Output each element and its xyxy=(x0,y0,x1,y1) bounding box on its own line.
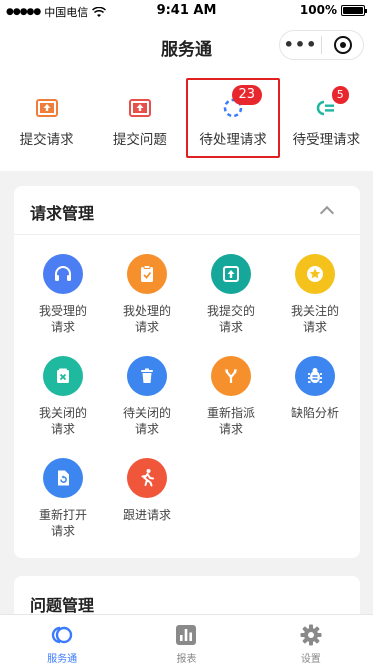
headset-icon xyxy=(43,254,83,294)
battery-percent: 100% xyxy=(299,3,337,17)
grid-item-label: 我关注的 请求 xyxy=(290,304,339,334)
clipboard-check-icon xyxy=(127,254,167,294)
grid-item-label: 重新指派 请求 xyxy=(206,406,255,436)
pending-requests-badge: 23 xyxy=(231,85,263,105)
chevron-up-icon[interactable] xyxy=(319,205,335,221)
unaccepted-requests-badge: 5 xyxy=(331,86,349,104)
quick-action-submit-problem[interactable]: 提交问题 xyxy=(93,68,186,171)
card-header[interactable]: 请求管理 xyxy=(14,186,360,235)
capsule-close-button[interactable] xyxy=(322,36,363,54)
grid-item-reassign[interactable]: 重新指派 请求 xyxy=(188,356,274,437)
quick-action-label: 待处理请求 xyxy=(199,132,267,148)
close-doc-icon xyxy=(43,356,83,396)
grid-item-label: 跟进请求 xyxy=(122,508,171,522)
quick-action-submit-request[interactable]: 提交请求 xyxy=(0,68,93,171)
tab-settings[interactable]: 设置 xyxy=(249,615,373,666)
tab-label: 服务通 xyxy=(47,654,78,665)
request-management-card: 请求管理 我受理的 请求 我处理的 请求 我提交的 请求 我关注的 请求 我关闭… xyxy=(14,186,360,558)
target-close-icon xyxy=(333,36,352,54)
service-logo-icon xyxy=(51,626,73,644)
upload-tray-icon xyxy=(128,99,151,117)
upload-tray-icon xyxy=(35,99,58,117)
mini-program-capsule: ••• xyxy=(279,30,364,60)
star-icon xyxy=(295,254,335,294)
grid-item-label: 重新打开 请求 xyxy=(38,508,87,538)
gear-icon xyxy=(300,624,322,646)
quick-action-pending-requests[interactable]: 23 待处理请求 xyxy=(187,68,280,171)
grid-item-my-accepted[interactable]: 我受理的 请求 xyxy=(20,254,106,335)
tab-label: 报表 xyxy=(176,654,197,665)
status-right: 100% xyxy=(299,3,367,17)
bar-chart-icon xyxy=(176,625,197,645)
grid-item-follow-up[interactable]: 跟进请求 xyxy=(104,458,190,523)
grid-item-label: 我关闭的 请求 xyxy=(38,406,87,436)
grid-item-my-handled[interactable]: 我处理的 请求 xyxy=(104,254,190,335)
tab-service[interactable]: 服务通 xyxy=(0,615,124,666)
quick-actions-bar: 提交请求 提交问题 23 待处理请求 5 待受理请求 xyxy=(0,68,373,171)
bottom-tab-bar: 服务通 报表 设置 xyxy=(0,614,373,666)
grid-item-label: 我受理的 请求 xyxy=(38,304,87,334)
grid-item-my-submitted[interactable]: 我提交的 请求 xyxy=(188,254,274,335)
quick-action-label: 提交问题 xyxy=(112,132,167,148)
reopen-file-icon xyxy=(43,458,83,498)
grid-item-pending-close[interactable]: 待关闭的 请求 xyxy=(104,356,190,437)
grid-item-my-closed[interactable]: 我关闭的 请求 xyxy=(20,356,106,437)
tab-label: 设置 xyxy=(300,654,321,665)
grid-item-label: 待关闭的 请求 xyxy=(122,406,171,436)
nav-bar: 服务通 ••• xyxy=(0,22,373,68)
grid-item-label: 缺陷分析 xyxy=(290,406,339,420)
quick-action-unaccepted-requests[interactable]: 5 待受理请求 xyxy=(280,68,373,171)
grid-item-my-followed[interactable]: 我关注的 请求 xyxy=(272,254,358,335)
quick-action-label: 待受理请求 xyxy=(292,132,361,148)
status-bar: ●●●●● 中国电信 9:41 AM 100% xyxy=(0,0,373,22)
card-title: 问题管理 xyxy=(30,596,95,615)
quick-action-label: 提交请求 xyxy=(19,132,74,148)
card-title: 请求管理 xyxy=(30,204,95,223)
grid-item-label: 我提交的 请求 xyxy=(206,304,255,334)
fork-icon xyxy=(211,356,251,396)
trash-icon xyxy=(127,356,167,396)
battery-icon xyxy=(341,4,367,16)
submit-box-icon xyxy=(211,254,251,294)
grid-item-label: 我处理的 请求 xyxy=(122,304,171,334)
tab-reports[interactable]: 报表 xyxy=(124,615,248,666)
runner-icon xyxy=(127,458,167,498)
more-dots-icon[interactable]: ••• xyxy=(280,30,321,60)
grid-item-reopen[interactable]: 重新打开 请求 xyxy=(20,458,106,539)
grid-item-defect-analysis[interactable]: 缺陷分析 xyxy=(272,356,358,421)
bug-icon xyxy=(295,356,335,396)
